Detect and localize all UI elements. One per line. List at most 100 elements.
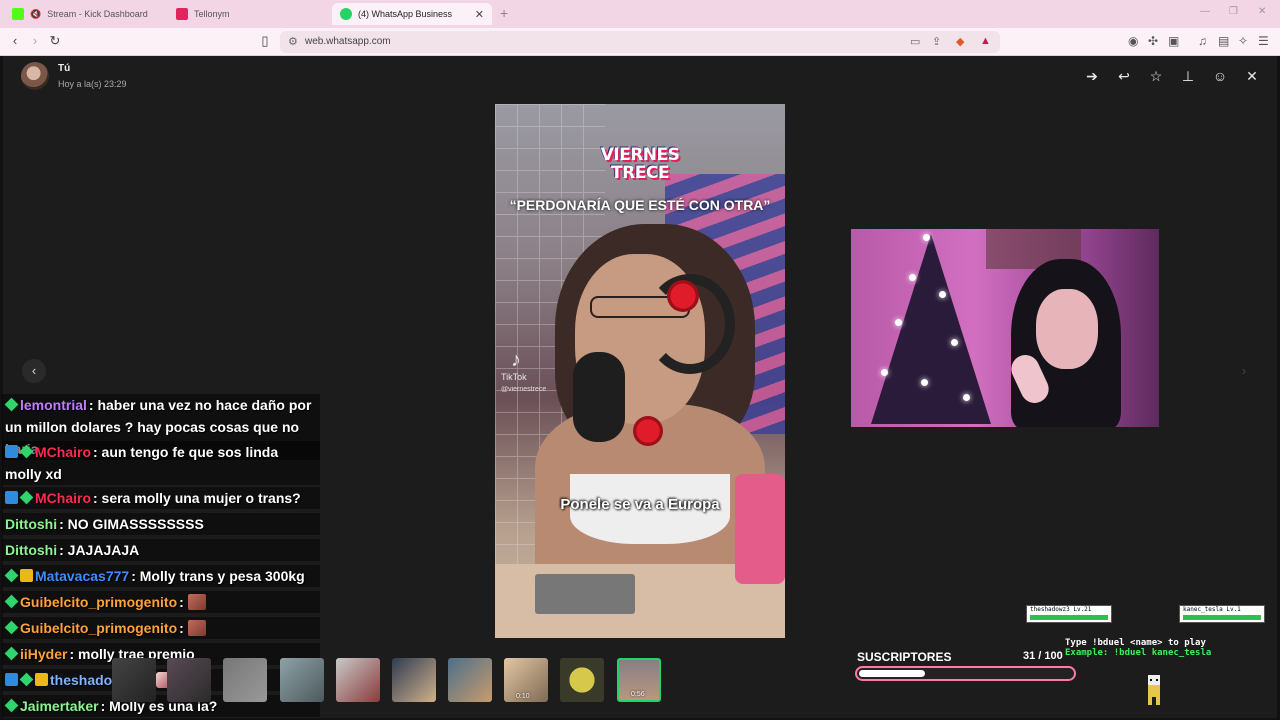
subs-goal-bar <box>855 666 1076 681</box>
tree-light <box>895 319 902 326</box>
moderator-badge-icon <box>5 491 18 504</box>
extension-icon[interactable]: ◉ <box>1128 34 1138 48</box>
tree-light <box>923 234 930 241</box>
url-text[interactable]: web.whatsapp.com <box>305 36 391 47</box>
chat-username[interactable]: Matavacas777 <box>35 568 129 584</box>
whatsapp-logo-icon <box>340 8 352 20</box>
tiktok-watermark: ♪ TikTok <box>501 349 527 382</box>
brave-rewards-icon[interactable]: ▲ <box>980 35 991 47</box>
cast-icon[interactable]: ▭ <box>910 35 920 48</box>
media-thumbnail[interactable] <box>448 658 492 702</box>
duel-player-hp <box>1030 615 1108 620</box>
previous-media-button[interactable]: ‹ <box>22 359 46 383</box>
subs-goal-label: SUSCRIPTORES <box>857 650 952 664</box>
diamond-badge-icon <box>4 397 19 412</box>
screenshot-icon[interactable]: ▣ <box>1168 34 1179 48</box>
duel-instructions: Type !bduel <name> to play Example: !bdu… <box>1065 638 1211 658</box>
video-subtitle: Ponele se va a Europa <box>560 496 720 513</box>
mute-icon[interactable]: 🔇 <box>30 9 41 20</box>
minimize-button[interactable]: — <box>1200 6 1210 17</box>
chat-message: MChairo: aun tengo fe que sos linda moll… <box>2 441 320 485</box>
duel-example-line: Example: !bduel kanec_tesla <box>1065 648 1212 658</box>
reply-icon[interactable]: ↩ <box>1114 66 1134 86</box>
new-tab-button[interactable]: + <box>500 5 508 21</box>
pin-icon[interactable]: ⊥ <box>1178 66 1198 86</box>
chat-username[interactable]: lemontrial <box>20 397 87 413</box>
wallet-icon[interactable]: ▤ <box>1218 34 1229 48</box>
emoji-icon[interactable]: ☺ <box>1210 66 1230 86</box>
chat-username[interactable]: MChairo <box>35 444 91 460</box>
tab-bar: 🔇 Stream - Kick Dashboard Tellonym (4) W… <box>0 0 1280 28</box>
media-thumbnail[interactable] <box>223 658 267 702</box>
chat-username[interactable]: Guibelcito_primogenito <box>20 594 177 610</box>
tab-kick-dashboard[interactable]: 🔇 Stream - Kick Dashboard <box>4 3 164 25</box>
media-thumbnail[interactable] <box>560 658 604 702</box>
chat-text: : Molly trans y pesa 300kg <box>131 568 305 584</box>
chat-message: MChairo: sera molly una mujer o trans? <box>2 487 320 509</box>
bookmark-icon[interactable]: ▯ <box>256 32 274 50</box>
extensions-puzzle-icon[interactable]: ✣ <box>1148 34 1158 48</box>
media-thumbnail[interactable] <box>112 658 156 702</box>
site-info-icon[interactable]: ⚙ <box>288 35 298 48</box>
chat-emote <box>187 620 206 636</box>
video-quote: “PERDONARÍA QUE ESTÉ CON OTRA” <box>509 197 771 213</box>
media-icon[interactable]: ♫ <box>1198 34 1207 48</box>
diamond-badge-icon <box>4 594 19 609</box>
close-icon[interactable]: ✕ <box>1242 66 1262 86</box>
chat-text: : NO GIMASSSSSSSS <box>59 516 204 532</box>
video-player[interactable]: VIERNES TRECE “PERDONARÍA QUE ESTÉ CON O… <box>495 104 785 638</box>
leo-ai-icon[interactable]: ✧ <box>1238 34 1248 48</box>
media-thumbnail[interactable] <box>280 658 324 702</box>
chat-message: iiHyder: molly trae premio <box>2 643 320 665</box>
media-thumbnail[interactable] <box>392 658 436 702</box>
chat-message: Guibelcito_primogenito: <box>2 617 320 639</box>
close-window-button[interactable]: ✕ <box>1258 6 1266 17</box>
forward-icon[interactable]: ➔ <box>1082 66 1102 86</box>
crown-badge-icon <box>35 673 48 686</box>
address-bar[interactable]: ⚙ web.whatsapp.com ▭ ⇪ ◆ ▲ <box>280 31 1000 53</box>
media-thumbnail[interactable] <box>336 658 380 702</box>
tab-tellonym[interactable]: Tellonym <box>168 3 328 25</box>
reload-button[interactable]: ↻ <box>46 32 64 50</box>
tiktok-icon: ♪ <box>511 349 521 371</box>
thumbnail-duration: 0:56 <box>631 691 645 698</box>
menu-icon[interactable]: ☰ <box>1258 34 1269 48</box>
media-thumbnail[interactable]: 0:10 <box>504 658 548 702</box>
tree-light <box>921 379 928 386</box>
brave-shields-icon[interactable]: ◆ <box>956 35 964 48</box>
subs-goal-fill <box>859 670 925 677</box>
chat-username[interactable]: Dittoshi <box>5 542 57 558</box>
next-media-button[interactable]: › <box>1232 359 1256 383</box>
diamond-badge-icon <box>4 646 19 661</box>
chat-username[interactable]: MChairo <box>35 490 91 506</box>
rose <box>667 280 699 312</box>
chat-message: theshadowz37: <box>2 669 320 691</box>
duel-help-line: Type !bduel <name> to play <box>1065 638 1206 648</box>
subs-goal-count: 31 / 100 <box>1023 650 1063 662</box>
moderator-badge-icon <box>5 673 18 686</box>
back-button[interactable]: ‹ <box>6 32 24 50</box>
media-thumbnail[interactable] <box>167 658 211 702</box>
chat-username[interactable]: Guibelcito_primogenito <box>20 620 177 636</box>
chat-text: : <box>179 594 184 610</box>
chat-message: Guibelcito_primogenito: <box>2 591 320 613</box>
tab-title: (4) WhatsApp Business <box>358 9 453 19</box>
chat-text: : <box>179 620 184 636</box>
forward-button[interactable]: › <box>26 32 44 50</box>
chat-username[interactable]: iiHyder <box>20 646 67 662</box>
star-icon[interactable]: ☆ <box>1146 66 1166 86</box>
maximize-button[interactable]: ❐ <box>1229 6 1238 17</box>
media-thumbnail-selected[interactable]: 0:56 <box>617 658 661 702</box>
tab-whatsapp[interactable]: (4) WhatsApp Business ✕ <box>332 3 492 25</box>
tellonym-logo-icon <box>176 8 188 20</box>
logo-line-1: VIERNES <box>600 145 680 165</box>
close-tab-icon[interactable]: ✕ <box>475 8 484 21</box>
duel-player-card: theshadowz3 Lv.21 <box>1026 605 1112 623</box>
chat-text: : sera molly una mujer o trans? <box>93 490 301 506</box>
share-icon[interactable]: ⇪ <box>932 35 941 48</box>
chat-username[interactable]: Jaimertaker <box>20 698 99 714</box>
stream-chat: lemontrial: haber una vez no hace daño p… <box>0 392 322 720</box>
avatar[interactable] <box>21 62 49 90</box>
chat-message: Matavacas777: Molly trans y pesa 300kg <box>2 565 320 587</box>
chat-username[interactable]: Dittoshi <box>5 516 57 532</box>
